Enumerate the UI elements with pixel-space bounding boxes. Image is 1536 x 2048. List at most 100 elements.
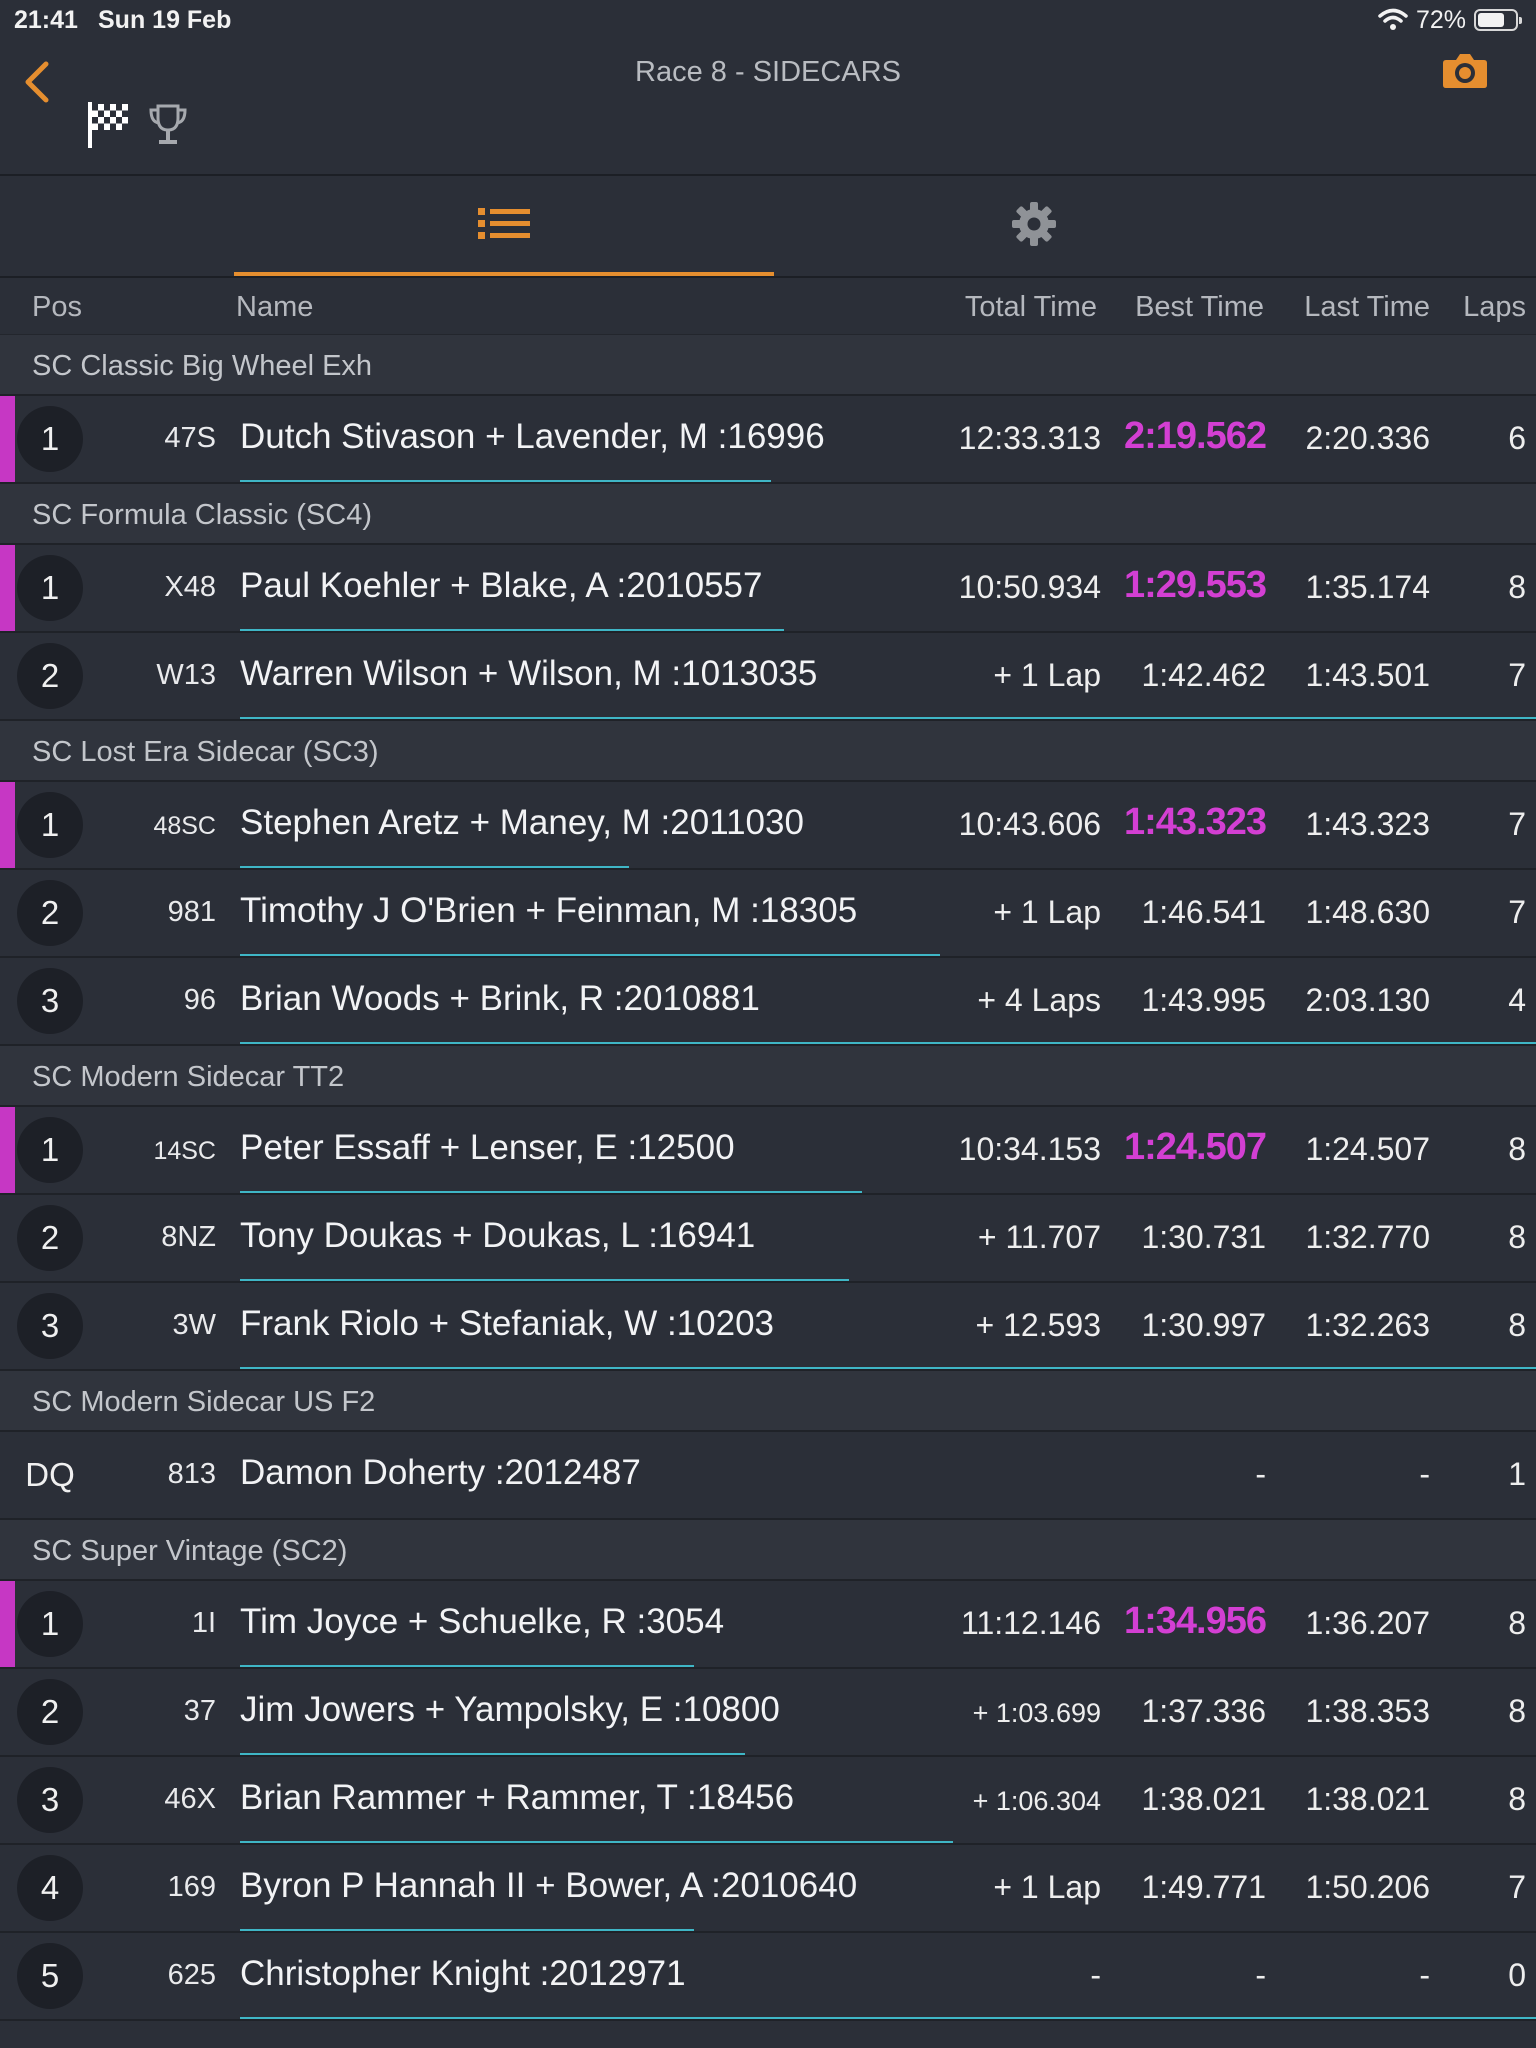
bike-number: 48SC: [153, 812, 216, 840]
col-laps: Laps: [1463, 291, 1526, 323]
rider-name: Peter Essaff + Lenser, E :12500: [240, 1128, 735, 1167]
lap-count: 6: [1508, 420, 1526, 456]
progress-bar: [240, 1665, 694, 1667]
total-time: + 1:03.699: [972, 1698, 1101, 1728]
result-row[interactable]: DQ 813 Damon Doherty :2012487 - - 1: [0, 1432, 1536, 1520]
group-header: SC Formula Classic (SC4): [0, 484, 1536, 545]
trophy-icon: [149, 104, 187, 144]
status-right: 72%: [1378, 5, 1522, 35]
best-time: 1:30.997: [1141, 1307, 1266, 1343]
result-row[interactable]: 3 96 Brian Woods + Brink, R :2010881 + 4 La…: [0, 958, 1536, 1046]
rider-name: Frank Riolo + Stefaniak, W :10203: [240, 1304, 775, 1343]
rider-name: Tim Joyce + Schuelke, R :3054: [240, 1602, 725, 1641]
result-row[interactable]: 3 3W Frank Riolo + Stefaniak, W :10203 + 12…: [0, 1283, 1536, 1371]
progress-bar: [240, 1929, 694, 1931]
result-row[interactable]: 2 8NZ Tony Doukas + Doukas, L :16941 + 11.7…: [0, 1195, 1536, 1283]
col-last-time: Last Time: [1304, 291, 1430, 323]
best-time: -: [1255, 1957, 1266, 1993]
lap-count: 0: [1508, 1957, 1526, 1993]
tab-bar: [0, 176, 1536, 278]
total-time: + 1 Lap: [993, 894, 1101, 930]
status-bar: 21:41 Sun 19 Feb 72%: [0, 0, 1536, 40]
lap-count: 8: [1508, 1605, 1526, 1641]
result-row[interactable]: 5 625 Christopher Knight :2012971 - - - 0: [0, 1933, 1536, 2021]
lap-count: 7: [1508, 1869, 1526, 1905]
best-time: 1:43.995: [1141, 982, 1266, 1018]
rider-name: Brian Woods + Brink, R :2010881: [240, 979, 760, 1018]
last-time: 1:35.174: [1305, 569, 1430, 605]
rider-name: Byron P Hannah II + Bower, A :2010640: [240, 1866, 858, 1905]
bike-number: W13: [156, 659, 216, 691]
total-time: 10:50.934: [958, 569, 1101, 605]
total-time: + 1:06.304: [972, 1786, 1101, 1816]
position-badge: 3: [17, 1767, 83, 1833]
battery-icon: [1474, 9, 1522, 31]
position-badge: 3: [17, 968, 83, 1034]
result-row[interactable]: 1 48SC Stephen Aretz + Maney, M :2011030 10…: [0, 782, 1536, 870]
last-time: 1:36.207: [1305, 1605, 1430, 1641]
col-name: Name: [236, 291, 314, 323]
list-icon: [478, 208, 530, 239]
result-row[interactable]: 2 37 Jim Jowers + Yampolsky, E :10800 + 1:0…: [0, 1669, 1536, 1757]
best-time: 1:24.507: [1123, 1126, 1267, 1168]
position-badge: 4: [17, 1855, 83, 1921]
tab-results-list[interactable]: [234, 176, 774, 276]
bike-number: 14SC: [153, 1137, 216, 1165]
group-header: SC Super Vintage (SC2): [0, 1520, 1536, 1581]
total-time: + 1 Lap: [993, 657, 1101, 693]
bike-number: 625: [167, 1959, 216, 1991]
group-title: SC Classic Big Wheel Exh: [32, 350, 373, 382]
checkered-flag-icon: [88, 102, 128, 148]
result-row[interactable]: 1 47S Dutch Stivason + Lavender, M :16996 1…: [0, 396, 1536, 484]
tab-settings[interactable]: [774, 176, 1294, 272]
lap-count: 1: [1508, 1456, 1526, 1492]
group-title: SC Modern Sidecar TT2: [32, 1061, 345, 1093]
best-time: 1:46.541: [1141, 894, 1266, 930]
trophy-button[interactable]: [148, 102, 188, 148]
best-time: -: [1255, 1456, 1266, 1492]
total-time: -: [1090, 1957, 1101, 1993]
best-time: 1:34.956: [1123, 1600, 1267, 1642]
column-headers: Pos Name Total Time Best Time Last Time …: [0, 278, 1536, 335]
camera-button[interactable]: [1442, 50, 1488, 90]
col-pos: Pos: [32, 291, 82, 323]
result-row[interactable]: 3 46X Brian Rammer + Rammer, T :18456 + 1:0…: [0, 1757, 1536, 1845]
position-badge: 1: [17, 555, 83, 621]
bike-number: 46X: [164, 1783, 216, 1815]
total-time: 10:34.153: [958, 1131, 1101, 1167]
lap-count: 8: [1508, 1219, 1526, 1255]
bike-number: 981: [167, 896, 216, 928]
battery-percent: 72%: [1415, 5, 1466, 34]
rider-name: Jim Jowers + Yampolsky, E :10800: [240, 1690, 780, 1729]
last-time: 1:32.770: [1305, 1219, 1430, 1255]
group-header: SC Modern Sidecar TT2: [0, 1046, 1536, 1107]
status-date: Sun 19 Feb: [98, 6, 232, 34]
last-time: -: [1419, 1957, 1430, 1993]
lap-count: 8: [1508, 1693, 1526, 1729]
leader-accent: [0, 396, 15, 482]
last-time: 1:43.501: [1305, 657, 1430, 693]
best-time: 1:49.771: [1141, 1869, 1266, 1905]
total-time: 12:33.313: [958, 420, 1101, 456]
bike-number: X48: [164, 571, 216, 603]
result-row[interactable]: 1 X48 Paul Koehler + Blake, A :2010557 10:5…: [0, 545, 1536, 633]
position-badge: 1: [17, 1117, 83, 1183]
lap-count: 8: [1508, 569, 1526, 605]
bike-number: 813: [167, 1458, 216, 1490]
last-time: 1:24.507: [1305, 1131, 1430, 1167]
result-row[interactable]: 2 W13 Warren Wilson + Wilson, M :1013035 + …: [0, 633, 1536, 721]
camera-icon: [1443, 54, 1487, 88]
result-row[interactable]: 1 14SC Peter Essaff + Lenser, E :12500 10:3…: [0, 1107, 1536, 1195]
rider-name: Brian Rammer + Rammer, T :18456: [240, 1778, 795, 1817]
result-row[interactable]: 2 981 Timothy J O'Brien + Feinman, M :1830…: [0, 870, 1536, 958]
result-row[interactable]: 4 169 Byron P Hannah II + Bower, A :201064…: [0, 1845, 1536, 1933]
group-header: SC Lost Era Sidecar (SC3): [0, 721, 1536, 782]
total-time: 11:12.146: [961, 1605, 1101, 1641]
last-time: 1:38.353: [1305, 1693, 1430, 1729]
checkered-flag-button[interactable]: [86, 100, 130, 150]
last-time: 1:48.630: [1305, 894, 1430, 930]
total-time: + 4 Laps: [977, 982, 1101, 1018]
result-row[interactable]: 1 1I Tim Joyce + Schuelke, R :3054 11:12.14…: [0, 1581, 1536, 1669]
lap-count: 8: [1508, 1781, 1526, 1817]
group-title: SC Lost Era Sidecar (SC3): [32, 736, 379, 768]
